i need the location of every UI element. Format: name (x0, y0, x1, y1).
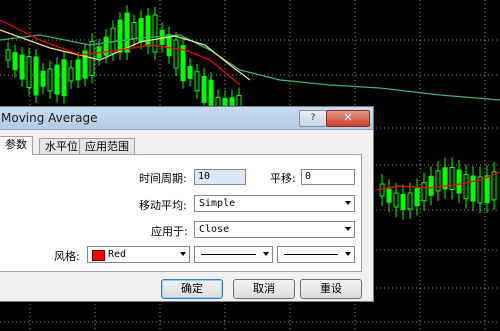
candle-body (5, 49, 11, 61)
candle-body (124, 12, 130, 53)
candle-body (173, 39, 179, 69)
candle-body (449, 166, 455, 190)
candle-body (463, 174, 469, 200)
line-width-preview (284, 254, 338, 255)
method-select[interactable]: Simple (194, 195, 355, 212)
candle-body (54, 64, 60, 95)
period-label: 时间周期: (139, 172, 187, 185)
candle-body (68, 67, 74, 82)
candle-body (12, 52, 18, 71)
help-button[interactable]: ? (299, 110, 327, 127)
tab-visualization[interactable]: 应用范围 (79, 138, 135, 154)
candle-body (40, 70, 46, 87)
color-swatch (92, 250, 105, 261)
apply-to-value: Close (199, 224, 230, 235)
candle-body (414, 188, 420, 207)
apply-to-label: 应用于: (151, 225, 188, 238)
method-value: Simple (199, 198, 236, 209)
candle-body (103, 36, 109, 56)
chevron-down-icon (180, 252, 186, 256)
period-input[interactable]: 10 (194, 169, 246, 185)
close-button[interactable]: ✕ (326, 110, 370, 127)
candle-body (26, 56, 32, 89)
moving-average-dialog: Moving Average ? ✕ 参数 水平位 应用范围 时间周期: 10 … (0, 106, 374, 302)
candle-body (33, 56, 39, 96)
candle-body (145, 15, 151, 47)
line-style-preview (201, 254, 256, 255)
dialog-title: Moving Average (1, 111, 98, 125)
reset-button[interactable]: 重设 (300, 279, 362, 299)
candle-body (117, 19, 123, 53)
candle-body (407, 192, 413, 210)
color-select[interactable]: Red (87, 246, 190, 263)
line-style-select[interactable] (194, 246, 273, 263)
parameters-panel: 时间周期: 10 平移: 0 移动平均: Simple 应用于: Close 风… (0, 154, 362, 272)
line-width-select[interactable] (277, 246, 355, 263)
cancel-button[interactable]: 取消 (233, 279, 295, 299)
color-value: Red (108, 249, 127, 260)
candle-body (194, 71, 200, 92)
candle-body (75, 59, 81, 81)
tab-parameters[interactable]: 参数 (0, 136, 33, 155)
style-label: 风格: (54, 250, 80, 263)
candle-body (428, 175, 434, 196)
apply-to-select[interactable]: Close (194, 221, 355, 238)
candle-body (484, 175, 490, 204)
candle-body (131, 22, 137, 40)
shift-input[interactable]: 0 (301, 169, 355, 185)
shift-label: 平移: (270, 172, 296, 185)
candle-body (47, 68, 53, 92)
candle-body (187, 65, 193, 79)
chevron-down-icon (345, 252, 351, 256)
chevron-down-icon (263, 252, 269, 256)
candle-body (470, 175, 476, 202)
candle-body (393, 192, 399, 208)
ok-button[interactable]: 确定 (161, 279, 223, 299)
candle-body (180, 45, 186, 82)
chevron-down-icon (345, 201, 351, 205)
candle-body (421, 182, 427, 202)
tab-levels[interactable]: 水平位 (39, 138, 84, 154)
candle-body (110, 27, 116, 54)
candle-body (61, 59, 67, 97)
candle-body (400, 193, 406, 210)
method-label: 移动平均: (139, 199, 187, 212)
candle-body (491, 171, 497, 201)
candle-body (166, 34, 172, 57)
candle-body (379, 183, 385, 197)
candle-body (201, 75, 207, 103)
candle-body (435, 170, 441, 192)
chevron-down-icon (345, 227, 351, 231)
candle-body (19, 54, 25, 80)
candle-body (386, 188, 392, 203)
dialog-titlebar[interactable]: Moving Average ? ✕ (0, 107, 373, 130)
candle-body (159, 29, 165, 45)
candle-body (456, 169, 462, 194)
